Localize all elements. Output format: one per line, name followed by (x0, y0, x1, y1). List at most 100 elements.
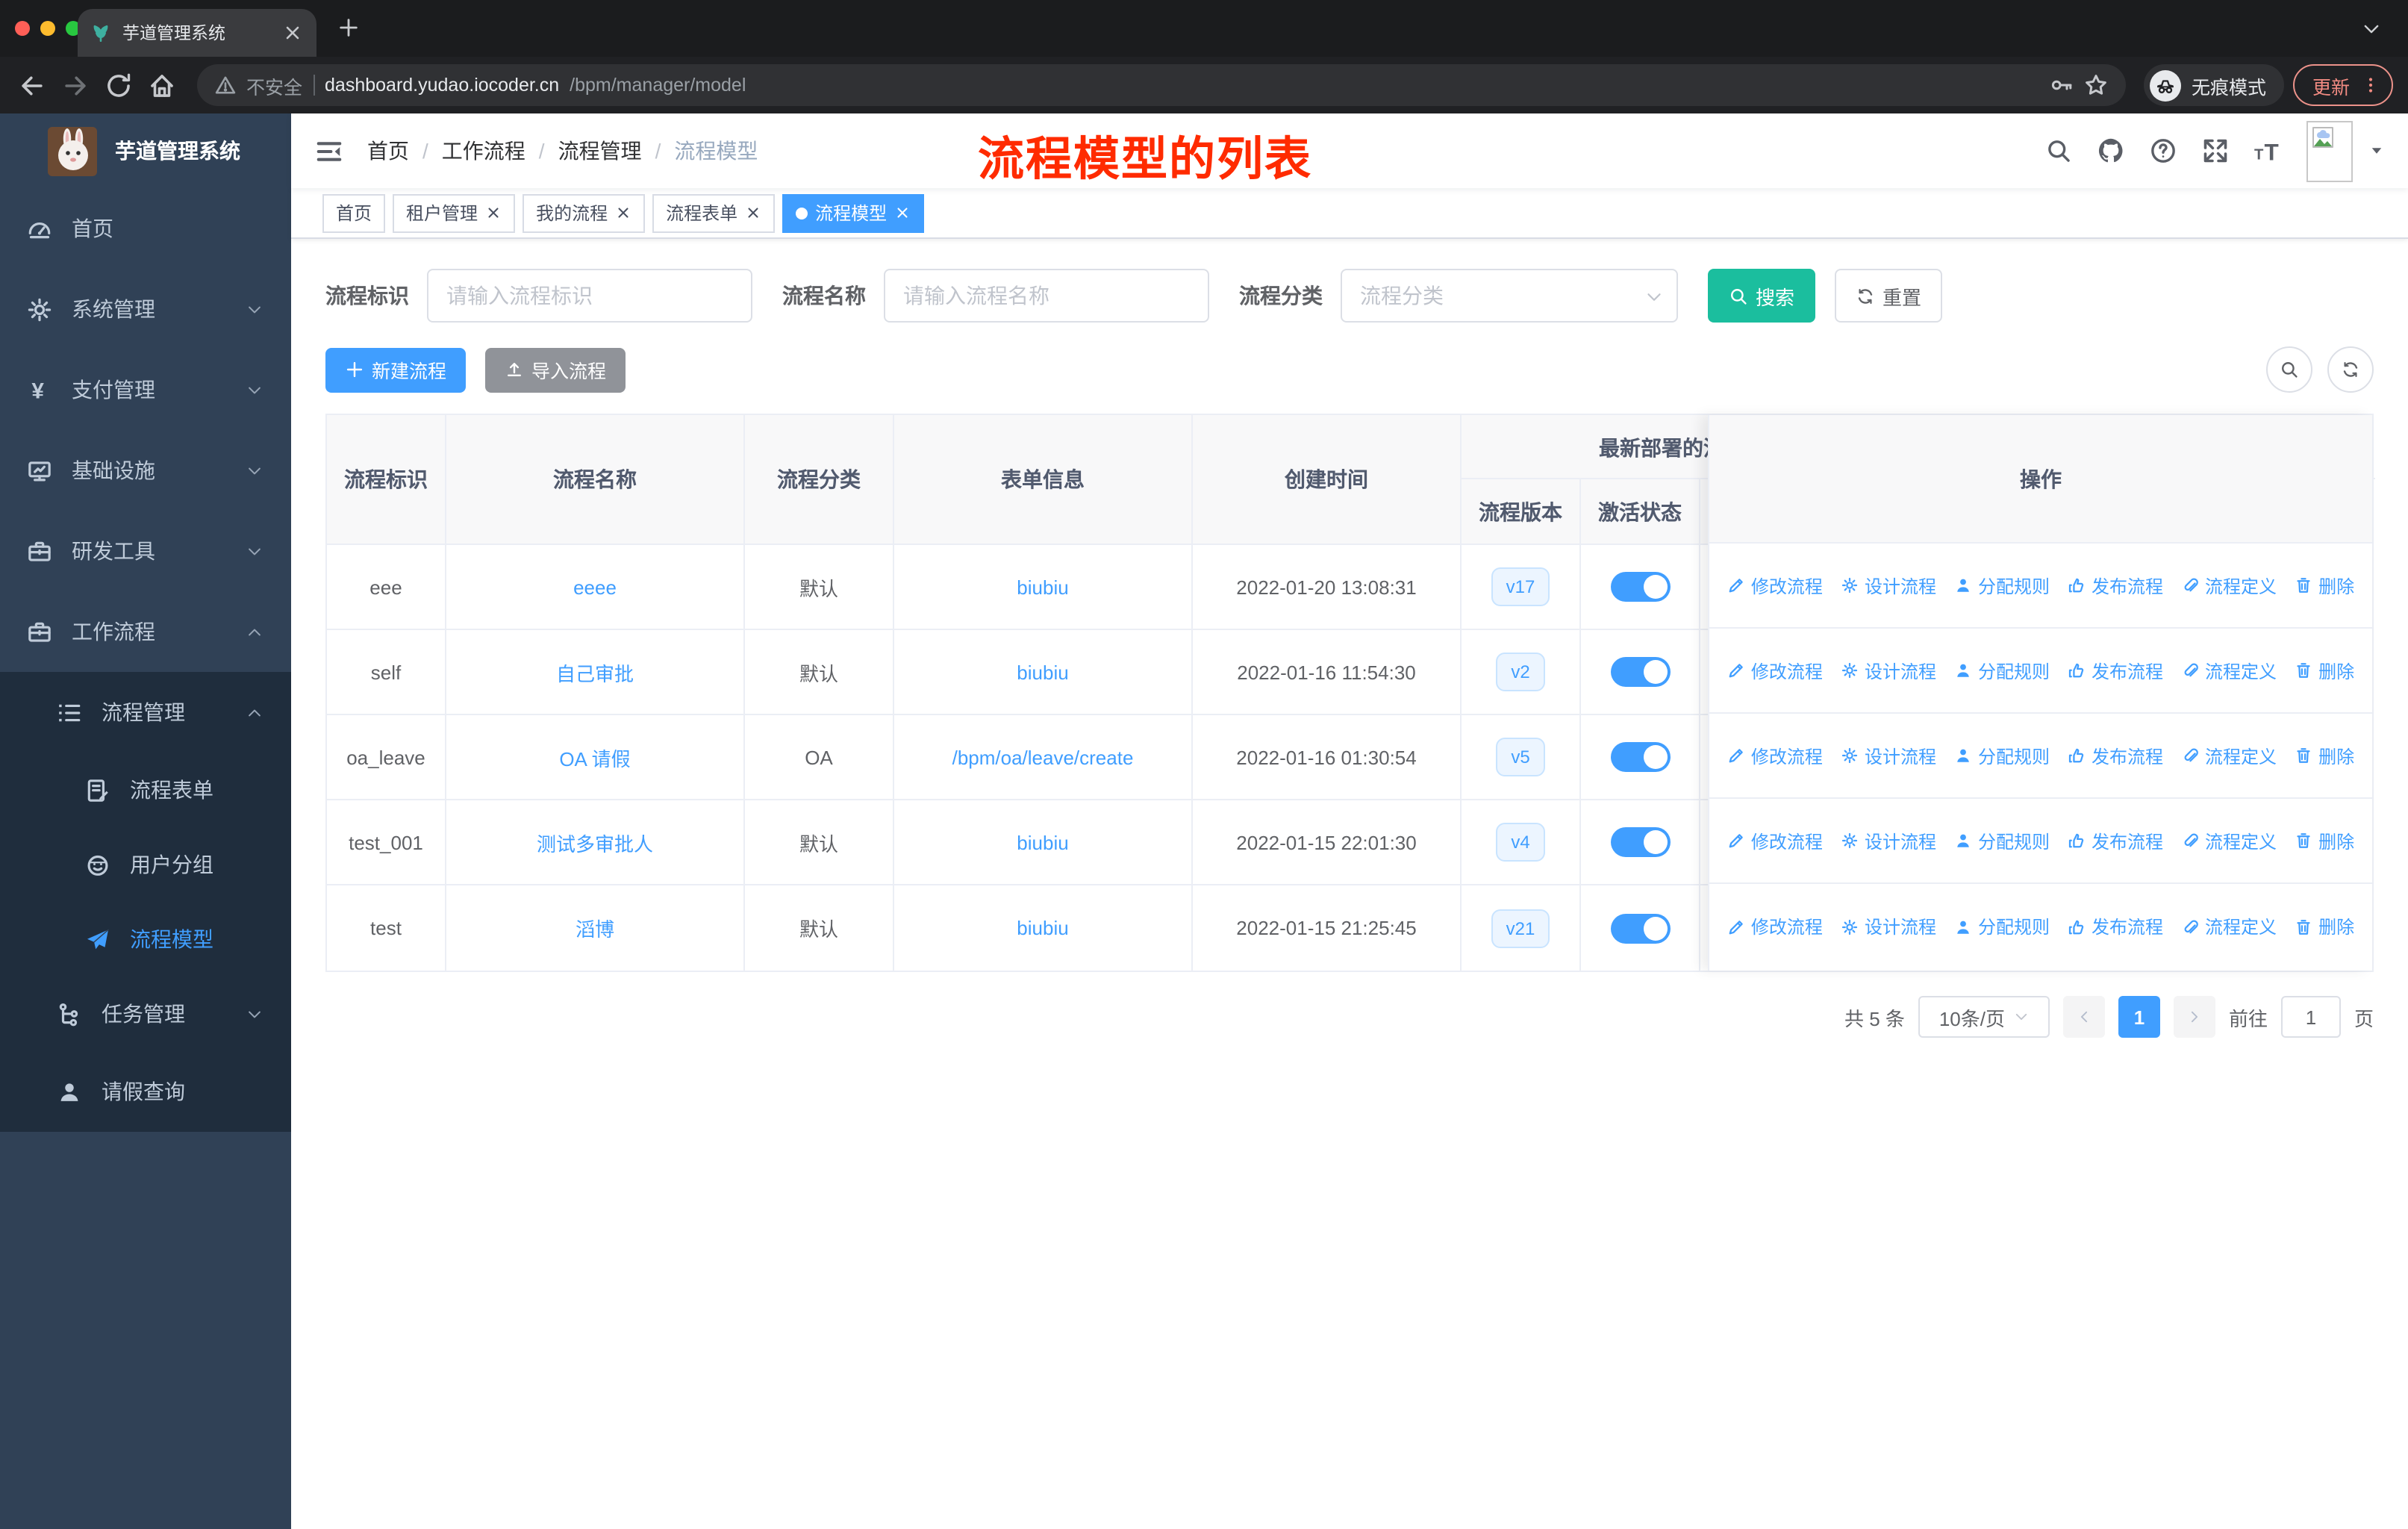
action-修改流程[interactable]: 修改流程 (1727, 658, 1823, 683)
action-设计流程[interactable]: 设计流程 (1841, 743, 1936, 768)
action-流程定义[interactable]: 流程定义 (2181, 914, 2277, 939)
action-设计流程[interactable]: 设计流程 (1841, 658, 1936, 683)
version-badge[interactable]: v17 (1491, 567, 1550, 606)
next-page-button[interactable] (2173, 996, 2215, 1038)
address-bar[interactable]: 不安全 dashboard.yudao.iocoder.cn /bpm/mana… (197, 64, 2126, 106)
action-删除[interactable]: 删除 (2295, 828, 2354, 853)
tag-我的流程[interactable]: 我的流程 (523, 193, 646, 232)
tag-close-icon[interactable] (485, 205, 502, 221)
active-toggle[interactable] (1610, 913, 1670, 943)
not-secure-icon[interactable] (215, 75, 236, 96)
prev-page-button[interactable] (2062, 996, 2105, 1038)
sidebar-collapse-icon[interactable] (315, 137, 343, 165)
show-search-button[interactable] (2266, 346, 2312, 393)
action-修改流程[interactable]: 修改流程 (1727, 573, 1823, 598)
sidebar-item-流程模型[interactable]: 流程模型 (0, 902, 291, 977)
version-badge[interactable]: v4 (1496, 823, 1545, 862)
breadcrumb-item[interactable]: 首页 (367, 136, 409, 166)
browser-tab[interactable]: 芋道管理系统 (78, 9, 316, 57)
back-button[interactable] (15, 68, 49, 102)
new-tab-button[interactable] (337, 16, 360, 39)
action-删除[interactable]: 删除 (2295, 743, 2354, 768)
action-流程定义[interactable]: 流程定义 (2181, 658, 2277, 683)
action-设计流程[interactable]: 设计流程 (1841, 914, 1936, 939)
tag-流程模型[interactable]: 流程模型 (782, 193, 925, 232)
action-发布流程[interactable]: 发布流程 (2068, 914, 2163, 939)
github-icon[interactable] (2097, 137, 2124, 164)
sidebar-item-支付管理[interactable]: ¥ 支付管理 (0, 349, 291, 430)
action-删除[interactable]: 删除 (2295, 658, 2354, 683)
action-设计流程[interactable]: 设计流程 (1841, 573, 1936, 598)
sidebar-item-系统管理[interactable]: 系统管理 (0, 269, 291, 349)
version-badge[interactable]: v21 (1491, 909, 1550, 947)
breadcrumb-item[interactable]: 工作流程 (442, 136, 525, 166)
filter-key-input[interactable] (427, 269, 752, 323)
close-window-button[interactable] (15, 21, 30, 36)
page-size-select[interactable]: 10条/页 (1918, 996, 2050, 1038)
filter-name-input[interactable] (884, 269, 1209, 323)
action-修改流程[interactable]: 修改流程 (1727, 828, 1823, 853)
form-info-link[interactable]: biubiu (1017, 831, 1068, 853)
help-icon[interactable] (2150, 137, 2177, 164)
browser-menu-icon[interactable] (2362, 76, 2380, 94)
action-流程定义[interactable]: 流程定义 (2181, 828, 2277, 853)
action-分配规则[interactable]: 分配规则 (1954, 743, 2050, 768)
action-设计流程[interactable]: 设计流程 (1841, 828, 1936, 853)
active-toggle[interactable] (1610, 742, 1670, 772)
tag-close-icon[interactable] (894, 205, 911, 221)
form-info-link[interactable]: biubiu (1017, 576, 1068, 598)
user-menu-caret-icon[interactable] (2369, 143, 2384, 158)
form-info-link[interactable]: biubiu (1017, 917, 1068, 939)
page-number-current[interactable]: 1 (2118, 996, 2160, 1038)
sidebar-item-基础设施[interactable]: 基础设施 (0, 430, 291, 511)
form-info-link[interactable]: biubiu (1017, 661, 1068, 683)
bookmark-star-icon[interactable] (2084, 73, 2108, 97)
action-修改流程[interactable]: 修改流程 (1727, 743, 1823, 768)
browser-update-button[interactable]: 更新 (2292, 64, 2393, 106)
model-name-link[interactable]: 测试多审批人 (537, 828, 653, 856)
reset-button[interactable]: 重置 (1835, 269, 1943, 323)
action-发布流程[interactable]: 发布流程 (2068, 573, 2163, 598)
sidebar-item-研发工具[interactable]: 研发工具 (0, 511, 291, 591)
action-发布流程[interactable]: 发布流程 (2068, 658, 2163, 683)
tag-close-icon[interactable] (745, 205, 761, 221)
action-分配规则[interactable]: 分配规则 (1954, 658, 2050, 683)
import-model-button[interactable]: 导入流程 (485, 347, 626, 392)
header-search-icon[interactable] (2045, 137, 2072, 164)
tag-租户管理[interactable]: 租户管理 (393, 193, 516, 232)
version-badge[interactable]: v5 (1496, 738, 1545, 776)
action-发布流程[interactable]: 发布流程 (2068, 828, 2163, 853)
sidebar-item-请假查询[interactable]: 请假查询 (0, 1051, 291, 1132)
create-model-button[interactable]: 新建流程 (325, 347, 467, 392)
version-badge[interactable]: v2 (1496, 653, 1545, 691)
form-info-link[interactable]: /bpm/oa/leave/create (952, 746, 1134, 768)
action-分配规则[interactable]: 分配规则 (1954, 573, 2050, 598)
sidebar-item-流程表单[interactable]: 流程表单 (0, 753, 291, 827)
action-删除[interactable]: 删除 (2295, 914, 2354, 939)
action-分配规则[interactable]: 分配规则 (1954, 914, 2050, 939)
tag-流程表单[interactable]: 流程表单 (652, 193, 776, 232)
goto-page-input[interactable] (2280, 996, 2341, 1038)
sidebar-item-任务管理[interactable]: 任务管理 (0, 977, 291, 1051)
action-流程定义[interactable]: 流程定义 (2181, 573, 2277, 598)
sidebar-item-用户分组[interactable]: 用户分组 (0, 827, 291, 902)
password-key-icon[interactable] (2050, 73, 2074, 97)
model-name-link[interactable]: eeee (573, 576, 617, 598)
forward-button[interactable] (58, 68, 93, 102)
filter-category-select[interactable]: 流程分类 (1341, 269, 1678, 323)
action-流程定义[interactable]: 流程定义 (2181, 743, 2277, 768)
sidebar-item-首页[interactable]: 首页 (0, 188, 291, 269)
model-name-link[interactable]: OA 请假 (559, 743, 630, 771)
action-分配规则[interactable]: 分配规则 (1954, 828, 2050, 853)
fullscreen-icon[interactable] (2202, 137, 2229, 164)
home-button[interactable] (145, 68, 179, 102)
action-删除[interactable]: 删除 (2295, 573, 2354, 598)
sidebar-item-流程管理[interactable]: 流程管理 (0, 672, 291, 753)
active-toggle[interactable] (1610, 572, 1670, 602)
search-button[interactable]: 搜索 (1708, 269, 1816, 323)
action-修改流程[interactable]: 修改流程 (1727, 914, 1823, 939)
breadcrumb-item[interactable]: 流程管理 (558, 136, 642, 166)
minimize-window-button[interactable] (40, 21, 55, 36)
tag-close-icon[interactable] (615, 205, 631, 221)
tab-search-icon[interactable] (2362, 19, 2381, 39)
